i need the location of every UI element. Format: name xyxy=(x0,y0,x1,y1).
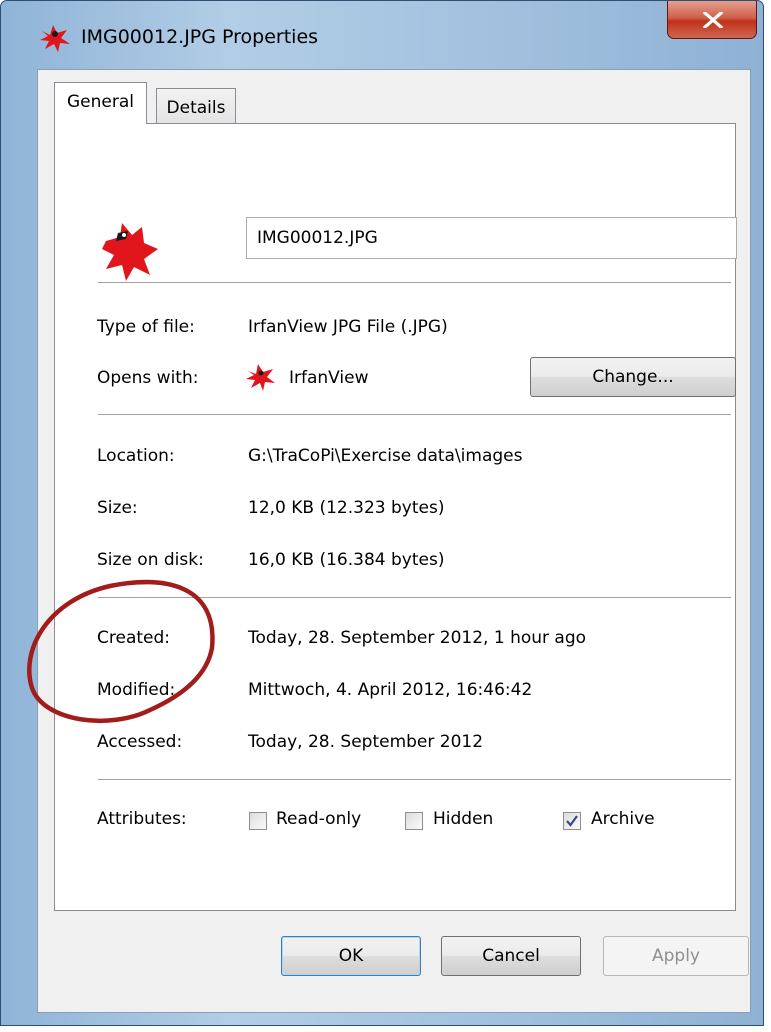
archive-label[interactable]: Archive xyxy=(591,809,655,829)
separator xyxy=(98,282,731,283)
cancel-button[interactable]: Cancel xyxy=(441,936,581,976)
hidden-checkbox[interactable] xyxy=(405,812,423,830)
attributes-label: Attributes: xyxy=(97,809,187,829)
separator xyxy=(98,597,731,598)
file-type-icon xyxy=(102,223,158,281)
read-only-label[interactable]: Read-only xyxy=(276,809,361,829)
archive-checkbox[interactable] xyxy=(563,812,581,830)
title-bar[interactable]: IMG00012.JPG Properties xyxy=(1,1,763,69)
size-label: Size: xyxy=(97,498,138,518)
apply-button: Apply xyxy=(603,936,749,976)
created-value: Today, 28. September 2012, 1 hour ago xyxy=(248,628,587,648)
accessed-value: Today, 28. September 2012 xyxy=(248,732,484,752)
modified-value: Mittwoch, 4. April 2012, 16:46:42 xyxy=(248,680,533,700)
irfanview-app-icon xyxy=(246,364,275,391)
separator xyxy=(98,414,731,415)
general-panel: Type of file: IrfanView JPG File (.JPG) … xyxy=(54,123,737,911)
tab-details[interactable]: Details xyxy=(156,88,236,124)
location-value: G:\TraCoPi\Exercise data\images xyxy=(248,446,523,466)
type-of-file-label: Type of file: xyxy=(97,317,195,337)
size-on-disk-value: 16,0 KB (16.384 bytes) xyxy=(248,550,445,570)
modified-label: Modified: xyxy=(97,680,176,700)
ok-button[interactable]: OK xyxy=(281,936,421,976)
properties-window: IMG00012.JPG Properties General Details … xyxy=(0,0,764,1026)
opens-with-label: Opens with: xyxy=(97,368,199,388)
change-button[interactable]: Change... xyxy=(530,357,736,397)
dialog-client: General Details Type of file: IrfanView … xyxy=(37,69,751,1013)
filename-input[interactable] xyxy=(246,217,737,259)
irfanview-icon xyxy=(40,25,70,52)
opens-with-value: IrfanView xyxy=(289,368,369,388)
separator xyxy=(98,779,731,780)
close-icon xyxy=(702,12,724,28)
tab-general[interactable]: General xyxy=(54,82,147,124)
size-value: 12,0 KB (12.323 bytes) xyxy=(248,498,445,518)
window-title: IMG00012.JPG Properties xyxy=(81,26,319,48)
hidden-label[interactable]: Hidden xyxy=(433,809,493,829)
close-button[interactable] xyxy=(667,1,757,39)
accessed-label: Accessed: xyxy=(97,732,183,752)
read-only-checkbox[interactable] xyxy=(249,812,267,830)
location-label: Location: xyxy=(97,446,175,466)
checkmark-icon xyxy=(566,815,578,827)
created-label: Created: xyxy=(97,628,171,648)
type-of-file-value: IrfanView JPG File (.JPG) xyxy=(248,317,448,337)
size-on-disk-label: Size on disk: xyxy=(97,550,204,570)
